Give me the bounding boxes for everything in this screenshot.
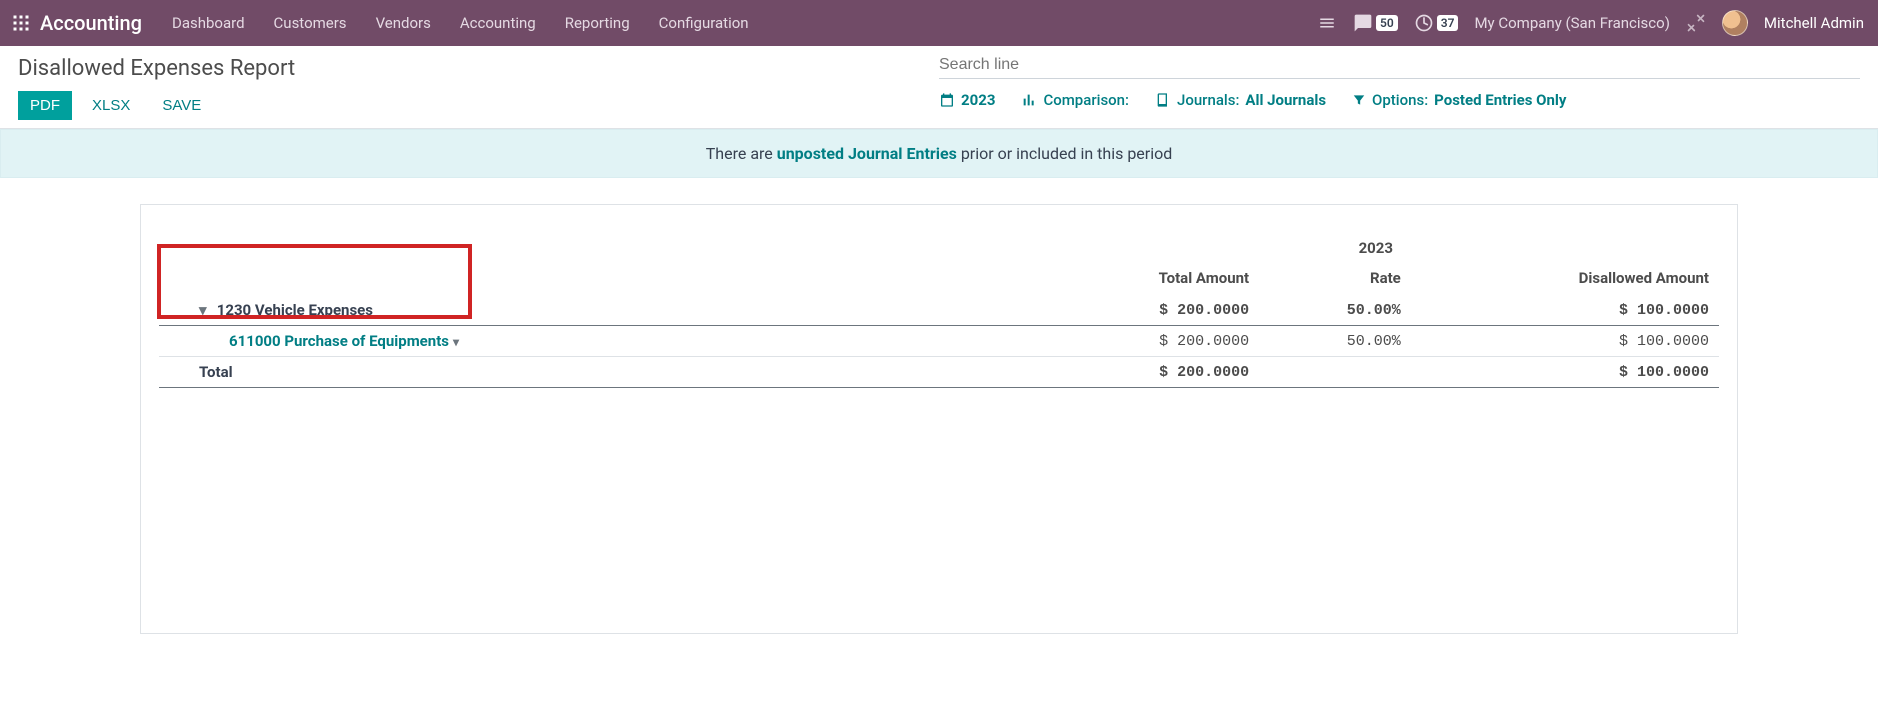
topbar-right: 50 37 My Company (San Francisco) Mitchel…: [1317, 10, 1868, 36]
page-title: Disallowed Expenses Report: [18, 56, 939, 81]
journals-label: Journals:: [1177, 91, 1239, 109]
chart-bars-icon: [1021, 92, 1037, 108]
comparison-filter[interactable]: Comparison:: [1021, 91, 1129, 109]
period-filter[interactable]: 2023: [939, 91, 995, 109]
nav-reporting[interactable]: Reporting: [553, 8, 642, 38]
username[interactable]: Mitchell Admin: [1764, 14, 1864, 32]
debug-icon[interactable]: [1686, 13, 1706, 33]
warning-suffix: prior or included in this period: [957, 144, 1172, 163]
col-disallowed: Disallowed Amount: [1411, 265, 1719, 295]
period-value: 2023: [961, 91, 995, 109]
col-rate: Rate: [1259, 265, 1411, 295]
avatar[interactable]: [1722, 10, 1748, 36]
apps-icon[interactable]: [10, 12, 32, 34]
warning-prefix: There are: [706, 144, 777, 163]
activities-badge: 37: [1437, 15, 1459, 31]
row-sub-link[interactable]: 611000 Purchase of Equipments▾: [229, 332, 459, 350]
filters-row: 2023 Comparison: Journals: All Journals …: [939, 91, 1860, 109]
report-area: 2023 Total Amount Rate Disallowed Amount…: [0, 178, 1878, 674]
row-total-label: Total: [159, 357, 1033, 388]
shortcuts-icon[interactable]: [1317, 14, 1337, 32]
row-sub-total: $ 200.0000: [1033, 326, 1259, 357]
journals-value: All Journals: [1245, 91, 1326, 109]
funnel-icon: [1352, 93, 1366, 107]
journals-filter[interactable]: Journals: All Journals: [1155, 91, 1326, 109]
row-total-rate: [1259, 357, 1411, 388]
options-label: Options:: [1372, 91, 1428, 109]
row-sub-rate: 50.00%: [1259, 326, 1411, 357]
nav-accounting[interactable]: Accounting: [448, 8, 548, 38]
row-main-label: 1230 Vehicle Expenses: [217, 301, 373, 319]
main-menu: Dashboard Customers Vendors Accounting R…: [160, 8, 761, 38]
calendar-icon: [939, 92, 955, 108]
table-row[interactable]: 611000 Purchase of Equipments▾ $ 200.000…: [159, 326, 1719, 357]
row-main-total: $ 200.0000: [1033, 295, 1259, 326]
comparison-label: Comparison:: [1043, 91, 1129, 109]
options-value: Posted Entries Only: [1434, 91, 1566, 109]
nav-customers[interactable]: Customers: [262, 8, 359, 38]
save-button[interactable]: SAVE: [150, 91, 213, 120]
row-main-rate: 50.00%: [1259, 295, 1411, 326]
activities-icon[interactable]: 37: [1414, 13, 1459, 33]
table-row-total: Total $ 200.0000 $ 100.0000: [159, 357, 1719, 388]
row-total-disallowed: $ 100.0000: [1411, 357, 1719, 388]
control-panel: Disallowed Expenses Report PDF XLSX SAVE…: [0, 46, 1878, 129]
row-sub-disallowed: $ 100.0000: [1411, 326, 1719, 357]
nav-vendors[interactable]: Vendors: [364, 8, 443, 38]
company-switcher[interactable]: My Company (San Francisco): [1474, 14, 1669, 32]
search-input[interactable]: [939, 56, 1860, 74]
row-total-total: $ 200.0000: [1033, 357, 1259, 388]
chevron-down-icon[interactable]: ▾: [199, 301, 213, 319]
unposted-link[interactable]: unposted Journal Entries: [777, 144, 957, 163]
options-filter[interactable]: Options: Posted Entries Only: [1352, 91, 1566, 109]
col-total: Total Amount: [1033, 265, 1259, 295]
report-card: 2023 Total Amount Rate Disallowed Amount…: [140, 204, 1738, 634]
nav-dashboard[interactable]: Dashboard: [160, 8, 257, 38]
export-pdf-button[interactable]: PDF: [18, 91, 72, 120]
row-main-disallowed: $ 100.0000: [1411, 295, 1719, 326]
report-table: 2023 Total Amount Rate Disallowed Amount…: [159, 235, 1719, 388]
book-icon: [1155, 92, 1171, 108]
table-row[interactable]: ▾ 1230 Vehicle Expenses $ 200.0000 50.00…: [159, 295, 1719, 326]
top-navbar: Accounting Dashboard Customers Vendors A…: [0, 0, 1878, 46]
app-brand[interactable]: Accounting: [40, 11, 142, 35]
export-xlsx-button[interactable]: XLSX: [80, 91, 142, 120]
col-year: 2023: [1033, 235, 1719, 265]
messages-badge: 50: [1376, 15, 1398, 31]
caret-down-icon: ▾: [453, 335, 459, 349]
nav-configuration[interactable]: Configuration: [647, 8, 761, 38]
unposted-warning: There are unposted Journal Entries prior…: [0, 129, 1878, 178]
messages-icon[interactable]: 50: [1353, 13, 1398, 33]
